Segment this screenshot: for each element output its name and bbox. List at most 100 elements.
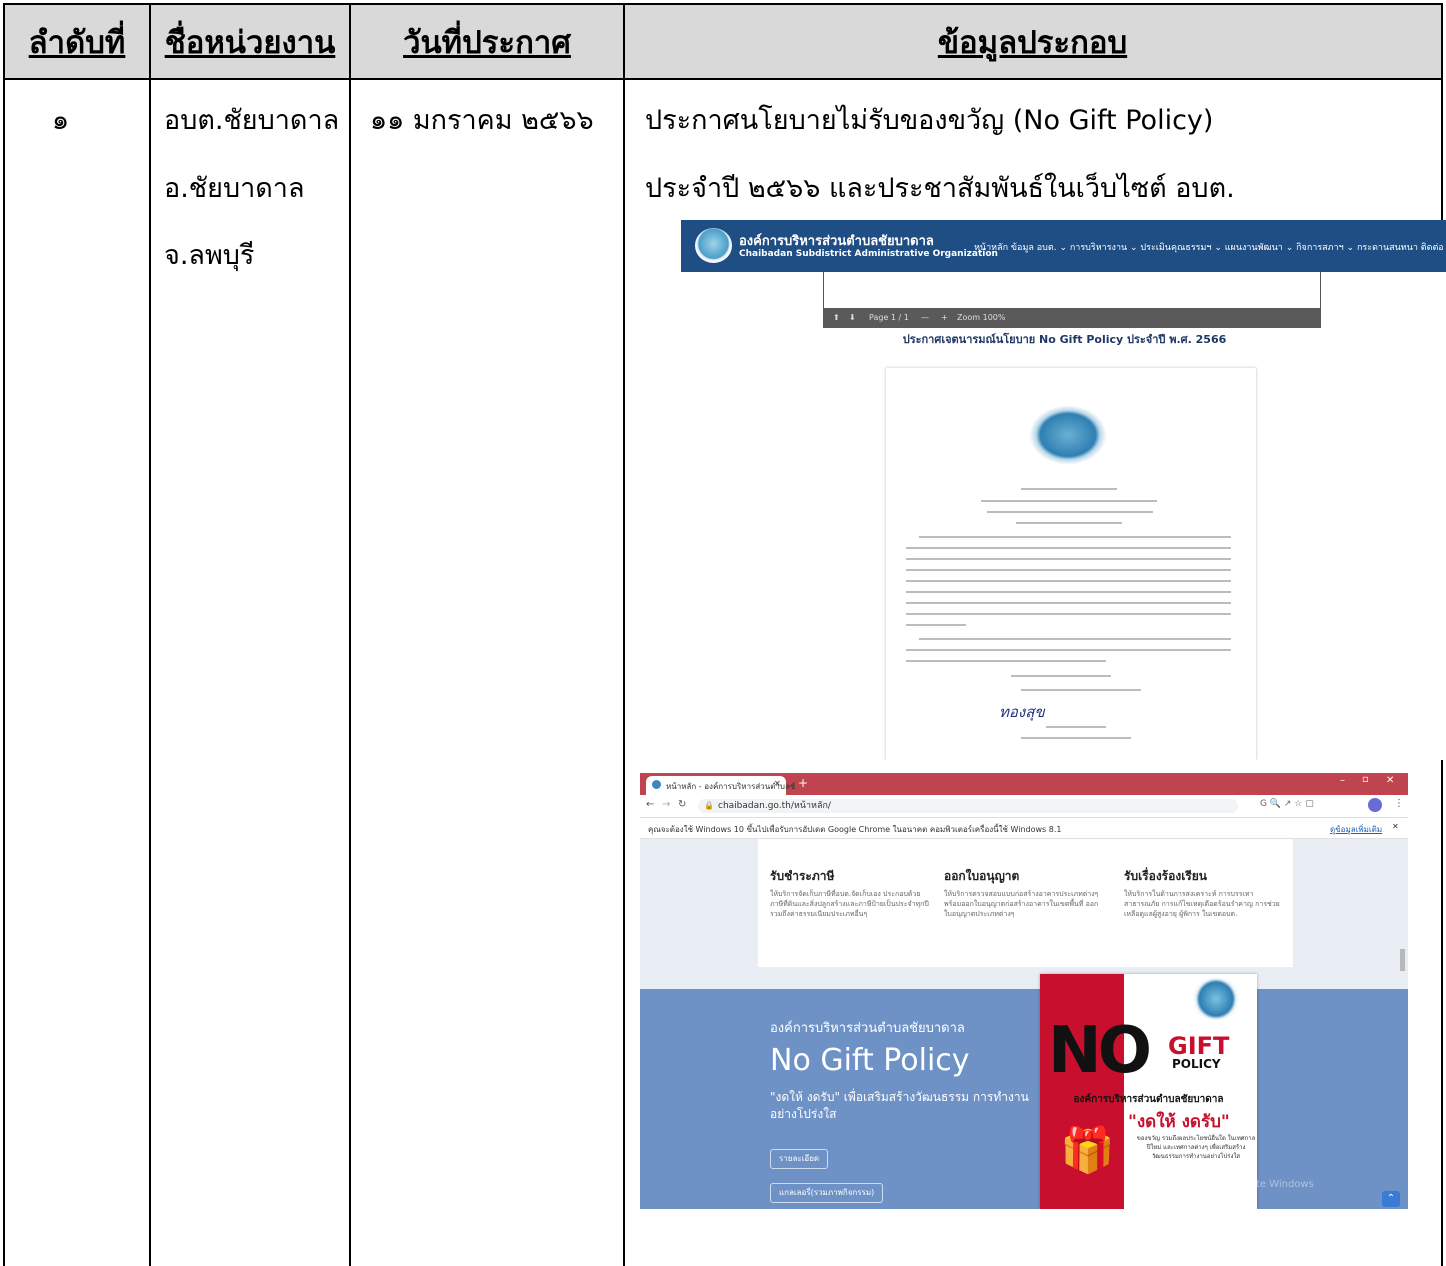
info-bar-text: คุณจะต้องใช้ Windows 10 ขึ้นไปเพื่อรับกา… <box>648 825 1062 834</box>
doc-text-line <box>1016 522 1122 524</box>
agency-name-line: อบต.ชัยบาดาล <box>164 105 340 136</box>
doc-text-line <box>1011 675 1111 677</box>
doc-text-line <box>906 660 1106 662</box>
doc-text-line <box>906 569 1231 571</box>
homepage-content: รับชำระภาษี ให้บริการจัดเก็บภาษีที่อบต.จ… <box>640 839 1408 1209</box>
window-maximize-icon: ▫ <box>1362 774 1369 785</box>
hero-org-name: องค์การบริหารส่วนตำบลชัยบาดาล <box>770 1021 965 1036</box>
chevron-up-icon: ⌃ <box>1382 1191 1400 1207</box>
service-card-desc: ให้บริการตรวจสอบแบบก่อสร้างอาคารประเภทต่… <box>944 890 1099 918</box>
poster-policy-text: POLICY <box>1172 1057 1221 1071</box>
hero-slogan: "งดให้ งดรับ" เพื่อเสริมสร้างวัฒนธรรม กา… <box>770 1090 1029 1121</box>
info-line-2: ประจำปี ๒๕๖๖ และประชาสัมพันธ์ในเว็บไซต์ … <box>645 173 1235 204</box>
new-tab-icon: + <box>798 776 809 790</box>
header-order: ลำดับที่ <box>28 24 126 61</box>
header-info: ข้อมูลประกอบ <box>937 24 1128 61</box>
document-heading: ประกาศเจตนารมณ์นโยบาย No Gift Policy ประ… <box>902 333 1227 346</box>
site-title: องค์การบริหารส่วนตำบลชัยบาดาล <box>739 234 934 249</box>
info-line-1: ประกาศนโยบายไม่รับของขวัญ (No Gift Polic… <box>645 105 1214 136</box>
pdf-page-indicator: Page 1 / 1 <box>869 313 909 322</box>
doc-text-line <box>906 547 1231 549</box>
url-text: chaibadan.go.th/หน้าหลัก/ <box>718 801 831 811</box>
service-card-title: รับชำระภาษี <box>770 869 835 883</box>
browser-info-bar: คุณจะต้องใช้ Windows 10 ขึ้นไปเพื่อรับกา… <box>640 818 1408 839</box>
service-card-desc: ให้บริการจัดเก็บภาษีที่อบต.จัดเก็บเอง ปร… <box>770 890 929 918</box>
close-icon: ✕ <box>774 779 781 788</box>
site-subtitle: Chaibadan Subdistrict Administrative Org… <box>739 249 998 259</box>
zoom-in-icon: + <box>941 313 948 322</box>
gift-icon: 🎁 <box>1060 1125 1115 1176</box>
table-header-divider <box>3 78 1443 80</box>
doc-text-line <box>1046 726 1106 728</box>
row-number: ๑ <box>52 105 70 136</box>
profile-avatar <box>1368 798 1382 812</box>
arrow-up-icon: ⬆ <box>833 313 840 322</box>
doc-text-line <box>906 613 1231 615</box>
poster-org-name: องค์การบริหารส่วนตำบลชัยบาดาล <box>1073 1094 1224 1105</box>
forward-icon: → <box>662 799 671 810</box>
doc-text-line <box>906 624 966 626</box>
browser-tab-strip: หน้าหลัก - องค์การบริหารส่วนตำบลชั ✕ + –… <box>640 773 1408 795</box>
service-card-title: ออกใบอนุญาต <box>944 869 1020 883</box>
poster-slogan: "งดให้ งดรับ" <box>1128 1112 1230 1132</box>
website-screenshot-announcement: องค์การบริหารส่วนตำบลชัยบาดาล Chaibadan … <box>681 220 1446 760</box>
arrow-down-icon: ⬇ <box>849 313 856 322</box>
table-column-divider <box>149 3 151 1266</box>
signature: ทองสุข <box>999 703 1045 721</box>
org-logo-icon <box>695 228 732 263</box>
site-menu: หน้าหลัก ข้อมูล อบต. ⌄ การบริหารงาน ⌄ ปร… <box>974 243 1444 253</box>
pdf-zoom-indicator: Zoom 100% <box>957 313 1006 322</box>
scrollbar-thumb <box>1400 949 1405 971</box>
agency-province-line: จ.ลพบุรี <box>164 240 255 271</box>
service-cards: รับชำระภาษี ให้บริการจัดเก็บภาษีที่อบต.จ… <box>758 839 1293 967</box>
doc-text-line <box>981 500 1157 502</box>
details-button: รายละเอียด <box>770 1149 829 1169</box>
windows-watermark: Activate Windows <box>1225 1179 1314 1190</box>
table-column-divider <box>349 3 351 1266</box>
browser-tab: หน้าหลัก - องค์การบริหารส่วนตำบลชั ✕ <box>646 776 795 795</box>
doc-text-line <box>906 580 1231 582</box>
doc-text-line <box>1021 689 1141 691</box>
no-gift-policy-poster: NO GIFT POLICY องค์การบริหารส่วนตำบลชัยบ… <box>1040 974 1257 1209</box>
doc-text-line <box>919 536 1231 538</box>
announcement-date: ๑๑ มกราคม ๒๕๖๖ <box>370 105 594 136</box>
doc-text-line <box>906 602 1231 604</box>
browser-address-bar: ← → ↻ 🔒 chaibadan.go.th/หน้าหลัก/ G 🔍 ↗ … <box>640 795 1408 818</box>
close-icon: ✕ <box>1392 822 1399 831</box>
doc-text-line <box>906 591 1231 593</box>
table-column-divider <box>623 3 625 1266</box>
table-border-top <box>3 3 1443 5</box>
info-bar-link: ดูข้อมูลเพิ่มเติม <box>1330 825 1383 834</box>
hero-headline: No Gift Policy <box>770 1043 970 1078</box>
doc-text-line <box>987 511 1153 513</box>
header-date: วันที่ประกาศ <box>403 24 571 61</box>
poster-no-text: NO <box>1048 1014 1152 1088</box>
doc-text-line <box>1021 737 1131 739</box>
doc-text-line <box>919 638 1231 640</box>
table-border-left <box>3 3 5 1266</box>
org-seal-icon <box>1029 405 1107 465</box>
poster-small-text: ของขวัญ รวมถึงผลประโยชน์อื่นใด ในเทศกาลป… <box>1136 1135 1256 1160</box>
reload-icon: ↻ <box>678 799 687 810</box>
service-card-desc: ให้บริการในด้านการสงเคราะห์ การบรรเทาสาธ… <box>1124 890 1280 918</box>
poster-gift-text: GIFT <box>1168 1032 1230 1060</box>
doc-text-line <box>906 649 1231 651</box>
browser-toolbar-icons: G 🔍 ↗ ☆ ▢ <box>1260 799 1314 809</box>
url-field: 🔒 chaibadan.go.th/หน้าหลัก/ <box>698 799 1238 813</box>
doc-text-line <box>1021 488 1117 490</box>
site-navbar: องค์การบริหารส่วนตำบลชัยบาดาล Chaibadan … <box>681 220 1446 272</box>
window-minimize-icon: – <box>1340 775 1345 786</box>
window-close-icon: ✕ <box>1386 775 1395 786</box>
header-agency: ชื่อหน่วยงาน <box>164 24 336 61</box>
agency-district-line: อ.ชัยบาดาล <box>164 173 305 204</box>
gallery-button: แกลเลอรี่(รวมภาพกิจกรรม) <box>770 1183 884 1203</box>
zoom-out-icon: — <box>921 313 929 322</box>
back-icon: ← <box>646 799 655 810</box>
browser-screenshot-homepage: หน้าหลัก - องค์การบริหารส่วนตำบลชั ✕ + –… <box>640 773 1408 1209</box>
site-favicon-icon <box>652 780 661 789</box>
pdf-viewer-toolbar: ⬆ ⬇ Page 1 / 1 — + Zoom 100% <box>823 308 1321 328</box>
service-card-title: รับเรื่องร้องเรียน <box>1124 869 1207 883</box>
more-menu-icon: ⋮ <box>1394 798 1404 809</box>
doc-text-line <box>906 558 1231 560</box>
org-seal-icon <box>1190 978 1242 1020</box>
